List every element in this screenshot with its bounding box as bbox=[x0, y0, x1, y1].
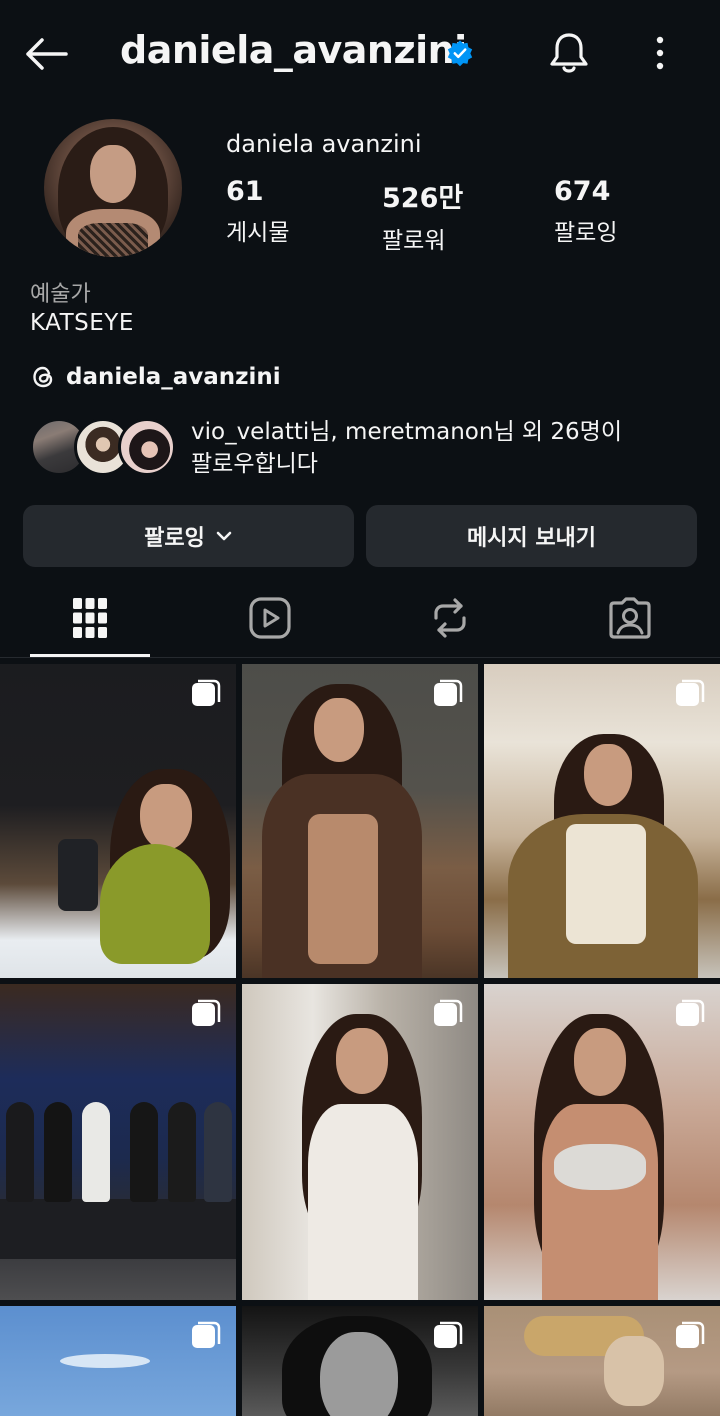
arrow-left-icon bbox=[26, 38, 68, 70]
carousel-icon bbox=[192, 1321, 221, 1348]
threads-icon bbox=[33, 366, 53, 388]
grid-post[interactable] bbox=[242, 664, 478, 978]
tab-tagged[interactable] bbox=[570, 588, 690, 648]
stat-label: 팔로잉 bbox=[554, 220, 618, 246]
carousel-icon bbox=[434, 1321, 463, 1348]
grid-post[interactable] bbox=[484, 984, 720, 1300]
stat-value: 61 bbox=[226, 176, 264, 207]
stat-value: 674 bbox=[554, 176, 611, 207]
verified-badge-icon bbox=[447, 40, 473, 67]
carousel-icon bbox=[192, 679, 221, 706]
tab-reels[interactable] bbox=[210, 588, 330, 648]
posts-count-stat[interactable]: 61 게시물 bbox=[226, 176, 289, 247]
stat-value: 526만 bbox=[382, 183, 464, 214]
more-options-button[interactable] bbox=[638, 30, 682, 76]
following-count-stat[interactable]: 674 팔로잉 bbox=[554, 176, 617, 247]
following-button-label: 팔로잉 bbox=[144, 526, 205, 551]
stat-label: 게시물 bbox=[226, 220, 290, 246]
mutual-user-1: vio_velatti bbox=[191, 419, 310, 445]
grid-icon bbox=[73, 598, 107, 638]
profile-category: 예술가 bbox=[30, 282, 91, 307]
carousel-icon bbox=[434, 999, 463, 1026]
grid-post[interactable] bbox=[484, 664, 720, 978]
carousel-icon bbox=[676, 1321, 705, 1348]
display-name: daniela avanzini bbox=[226, 130, 422, 158]
carousel-icon bbox=[192, 999, 221, 1026]
mutual-followers[interactable]: vio_velatti님, meretmanon님 외 26명이 팔로우합니다 bbox=[30, 416, 700, 480]
following-button[interactable]: 팔로잉 bbox=[23, 505, 354, 567]
mutual-suffix-2: 님 외 26명이 bbox=[493, 419, 622, 445]
posts-grid bbox=[0, 664, 720, 1416]
mutual-avatar bbox=[118, 418, 176, 476]
bell-icon bbox=[550, 33, 588, 73]
chevron-down-icon bbox=[216, 531, 232, 541]
grid-post[interactable] bbox=[242, 1306, 478, 1416]
notifications-button[interactable] bbox=[546, 30, 592, 76]
threads-handle: daniela_avanzini bbox=[66, 364, 281, 390]
carousel-icon bbox=[434, 679, 463, 706]
mutual-suffix-1: 님, bbox=[309, 419, 346, 445]
stat-label: 팔로워 bbox=[382, 228, 446, 254]
carousel-icon bbox=[676, 679, 705, 706]
threads-link[interactable]: daniela_avanzini bbox=[30, 362, 281, 392]
profile-username-title: daniela_avanzini bbox=[120, 28, 467, 72]
tagged-person-icon bbox=[609, 597, 651, 639]
send-message-button[interactable]: 메시지 보내기 bbox=[366, 505, 697, 567]
grid-post[interactable] bbox=[0, 1306, 236, 1416]
grid-post[interactable] bbox=[0, 664, 236, 978]
back-button[interactable] bbox=[20, 30, 72, 78]
mutual-user-2: meretmanon bbox=[345, 419, 494, 445]
grid-post[interactable] bbox=[0, 984, 236, 1300]
mutual-followers-text: vio_velatti님, meretmanon님 외 26명이 팔로우합니다 bbox=[191, 416, 671, 480]
grid-post[interactable] bbox=[242, 984, 478, 1300]
profile-avatar[interactable] bbox=[44, 119, 182, 257]
more-vertical-icon bbox=[656, 36, 664, 70]
mutual-line-2: 팔로우합니다 bbox=[191, 451, 318, 477]
grid-post[interactable] bbox=[484, 1306, 720, 1416]
repost-icon bbox=[434, 598, 466, 638]
tab-posts[interactable] bbox=[30, 588, 150, 648]
profile-tabs bbox=[0, 580, 720, 658]
active-tab-indicator bbox=[30, 654, 150, 657]
top-bar: daniela_avanzini bbox=[0, 0, 720, 108]
followers-count-stat[interactable]: 526만 팔로워 bbox=[382, 176, 463, 255]
profile-bio: KATSEYE bbox=[30, 310, 134, 336]
reels-play-icon bbox=[249, 597, 291, 639]
tab-reposts[interactable] bbox=[390, 588, 510, 648]
send-message-label: 메시지 보내기 bbox=[466, 526, 597, 551]
carousel-icon bbox=[676, 999, 705, 1026]
profile-page: daniela_avanzini daniela avanzini 61 게시물… bbox=[0, 0, 720, 1416]
